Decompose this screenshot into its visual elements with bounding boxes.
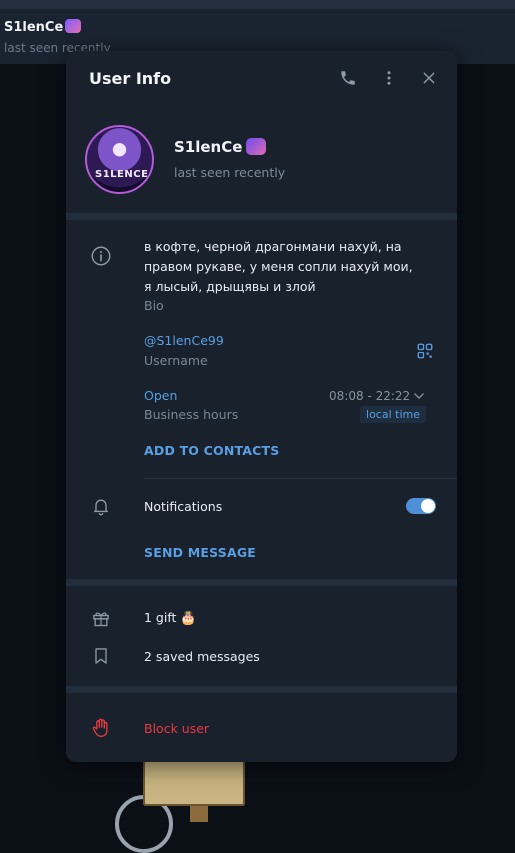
bell-icon (89, 494, 113, 518)
notifications-toggle[interactable] (406, 498, 436, 514)
custom-emoji-icon (65, 19, 82, 33)
business-hours-label: Business hours (144, 407, 239, 422)
avatar-text: S1LENCE (95, 169, 149, 180)
section-divider (66, 213, 457, 220)
cake-icon: 🎂 (180, 611, 197, 626)
notifications-label: Notifications (144, 499, 223, 514)
section-divider (66, 686, 457, 693)
close-icon[interactable] (417, 66, 441, 90)
section-divider (66, 579, 457, 586)
bio-text: в кофте, черной драгонмани нахуй, на пра… (144, 239, 413, 294)
more-icon[interactable] (377, 66, 401, 90)
chat-header-name: S1lenCe (4, 19, 82, 35)
custom-emoji-icon (246, 138, 267, 155)
local-time-badge[interactable]: local time (360, 406, 426, 423)
send-message-button[interactable]: SEND MESSAGE (144, 545, 256, 560)
profile-name: S1lenCe (174, 138, 267, 156)
bio-label: Bio (144, 298, 164, 313)
gifts-row[interactable]: 1 gift 🎂 (144, 610, 197, 626)
row-divider (144, 478, 457, 479)
phone-icon[interactable] (336, 66, 360, 90)
qr-code-icon[interactable] (413, 339, 437, 363)
add-to-contacts-button[interactable]: ADD TO CONTACTS (144, 443, 279, 458)
sticker-sign (143, 760, 245, 806)
block-hand-icon (89, 716, 113, 740)
username-label: Username (144, 353, 208, 368)
gift-icon (89, 606, 113, 630)
avatar[interactable]: S1LENCE (85, 125, 154, 194)
saved-messages-row[interactable]: 2 saved messages (144, 649, 260, 664)
modal-title: User Info (89, 69, 172, 88)
info-icon (89, 244, 113, 268)
profile-status: last seen recently (174, 165, 286, 180)
business-status: Open (144, 388, 178, 403)
user-info-modal: User Info S1LENCE S1lenCe last seen rece… (66, 51, 457, 762)
toggle-knob (421, 499, 435, 513)
bookmark-icon (89, 644, 113, 668)
block-user-button[interactable]: Block user (144, 721, 209, 736)
chevron-down-icon (414, 389, 424, 403)
username-link[interactable]: @S1lenCe99 (144, 333, 224, 348)
business-hours-dropdown[interactable]: 08:08 - 22:22 (329, 389, 424, 403)
